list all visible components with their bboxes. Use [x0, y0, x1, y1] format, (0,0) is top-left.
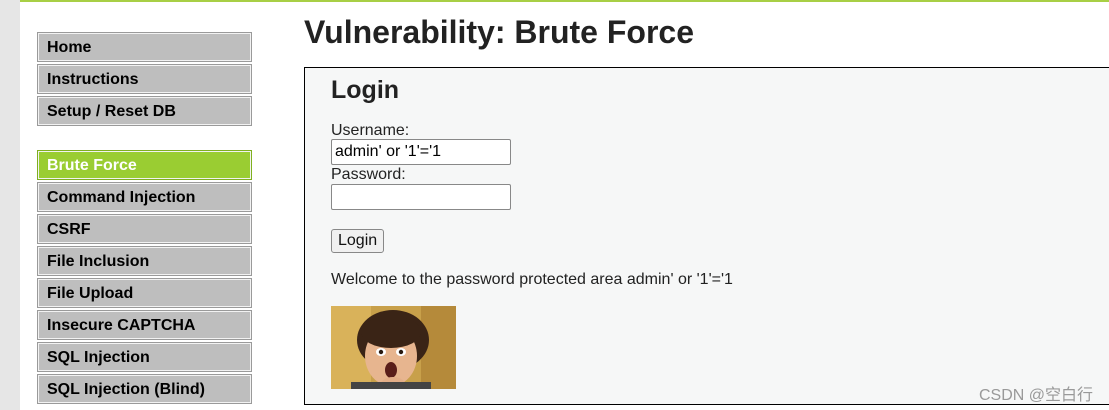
user-avatar-photo [331, 306, 456, 389]
menu-item-file-inclusion[interactable]: File Inclusion [37, 246, 252, 276]
password-input[interactable] [331, 184, 511, 210]
menu-item-csrf[interactable]: CSRF [37, 214, 252, 244]
menu-spacer [38, 129, 251, 151]
menu-item-brute-force[interactable]: Brute Force [37, 150, 252, 180]
left-gutter [0, 0, 20, 410]
login-panel: Login Username: Password: Login Welcome … [304, 67, 1109, 405]
page-title: Vulnerability: Brute Force [304, 14, 694, 50]
menu-item-setup-reset-db[interactable]: Setup / Reset DB [37, 96, 252, 126]
username-label: Username: [331, 122, 410, 139]
password-label: Password: [331, 166, 406, 183]
menu-item-command-injection[interactable]: Command Injection [37, 182, 252, 212]
menu-item-file-upload[interactable]: File Upload [37, 278, 252, 308]
menu-item-insecure-captcha[interactable]: Insecure CAPTCHA [37, 310, 252, 340]
menu-item-home[interactable]: Home [37, 32, 252, 62]
csdn-watermark: CSDN @空白行 [978, 387, 1093, 404]
login-button[interactable]: Login [331, 229, 385, 253]
login-heading: Login [331, 76, 400, 104]
main-menu: Home Instructions Setup / Reset DB Brute… [37, 32, 252, 407]
menu-item-sql-injection[interactable]: SQL Injection [37, 342, 252, 372]
top-accent-line [20, 0, 1109, 2]
welcome-message: Welcome to the password protected area a… [331, 271, 733, 288]
menu-item-instructions[interactable]: Instructions [37, 64, 252, 94]
menu-item-sql-injection-blind[interactable]: SQL Injection (Blind) [37, 374, 252, 404]
username-input[interactable] [331, 139, 511, 165]
